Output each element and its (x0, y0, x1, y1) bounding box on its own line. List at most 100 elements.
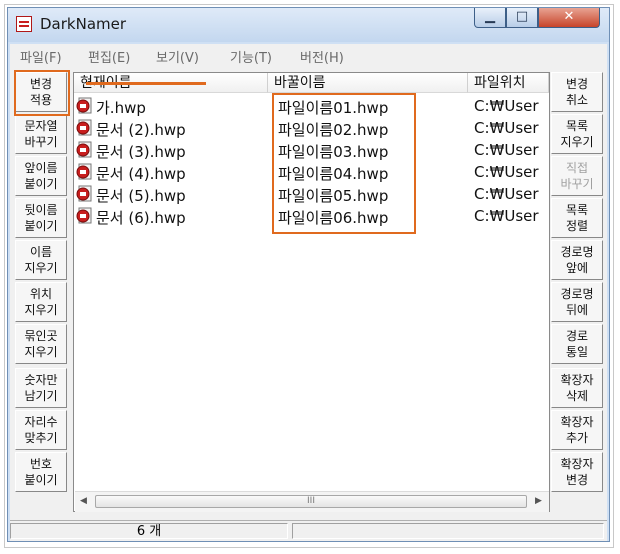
button-label-line: 경로명 (560, 245, 594, 259)
button-label-line: 앞이름 (24, 161, 58, 175)
right-button-0[interactable]: 변경취소 (551, 72, 603, 112)
cell-current-name: 문서 (5).hwp (96, 187, 186, 205)
app-icon (16, 16, 32, 32)
button-label-line: 붙이기 (24, 177, 58, 191)
table-row[interactable]: 문서 (5).hwp 파일이름05.hwp C:₩User (74, 183, 544, 205)
menu-file[interactable]: 파일(F) (20, 47, 62, 66)
scrollbar-thumb[interactable]: III (95, 495, 527, 508)
cell-new-name: 파일이름02.hwp (278, 121, 389, 139)
left-button-7[interactable]: 숫자만남기기 (15, 368, 67, 408)
cell-new-name: 파일이름05.hwp (278, 187, 389, 205)
button-label-line: 위치 (29, 287, 53, 301)
hwp-file-icon (76, 207, 92, 224)
status-bar: 6 개 (10, 520, 607, 541)
right-button-5[interactable]: 경로명뒤에 (551, 282, 603, 322)
hwp-file-icon (76, 185, 92, 202)
menu-bar: 파일(F) 편집(E) 보기(V) 기능(T) 버전(H) (10, 44, 607, 66)
left-button-5[interactable]: 위치지우기 (15, 282, 67, 322)
right-button-1[interactable]: 목록지우기 (551, 114, 603, 154)
button-label-line: 숫자만 (24, 373, 58, 387)
column-header-new-name[interactable]: 바꿀이름 (268, 73, 468, 93)
button-label-line: 뒷이름 (24, 203, 58, 217)
button-label-line: 묶인곳 (24, 329, 58, 343)
hwp-file-icon (76, 163, 92, 180)
button-label-line: 확장자 (560, 457, 594, 471)
button-label-line: 문자열 (24, 119, 58, 133)
cell-file-location: C:₩User (474, 207, 539, 225)
right-button-3[interactable]: 목록 정렬 (551, 198, 603, 238)
button-label-line: 통일 (565, 345, 589, 359)
button-label-line: 이름 (29, 245, 53, 259)
button-label-line: 지우기 (24, 303, 58, 317)
right-button-2[interactable]: 직접 바꾸기 (551, 156, 603, 196)
table-row[interactable]: 문서 (4).hwp 파일이름04.hwp C:₩User (74, 161, 544, 183)
button-label-line: 직접 (565, 161, 589, 175)
button-label-line: 지우기 (560, 135, 594, 149)
button-label-line: 남기기 (24, 389, 58, 403)
table-row[interactable]: 가.hwp 파일이름01.hwp C:₩User (74, 95, 544, 117)
cell-current-name: 문서 (3).hwp (96, 143, 186, 161)
minimize-button[interactable]: ▁ (474, 8, 506, 28)
button-label-line: 경로명 (560, 287, 594, 301)
cell-file-location: C:₩User (474, 119, 539, 137)
column-header-file-location[interactable]: 파일위치 (468, 73, 549, 93)
table-row[interactable]: 문서 (3).hwp 파일이름03.hwp C:₩User (74, 139, 544, 161)
menu-view[interactable]: 보기(V) (156, 47, 199, 66)
left-button-3[interactable]: 뒷이름붙이기 (15, 198, 67, 238)
left-button-8[interactable]: 자리수 맞추기 (15, 410, 67, 450)
cell-file-location: C:₩User (474, 141, 539, 159)
button-label-line: 추가 (565, 431, 589, 445)
cell-new-name: 파일이름04.hwp (278, 165, 389, 183)
button-label-line: 붙이기 (24, 473, 58, 487)
right-button-6[interactable]: 경로통일 (551, 324, 603, 364)
left-button-1[interactable]: 문자열 바꾸기 (15, 114, 67, 154)
cell-new-name: 파일이름03.hwp (278, 143, 389, 161)
button-label-line: 뒤에 (565, 303, 589, 317)
client-area: 변경 적용 문자열 바꾸기 앞이름 붙이기 뒷이름 붙이기 이름 지우기 위치 지우기 묶인곳 지우기 숫자… (10, 66, 607, 520)
button-label-line: 목록 (565, 119, 589, 133)
button-label-line: 정렬 (565, 219, 589, 233)
button-label-line: 변경 (565, 77, 589, 91)
cell-current-name: 가.hwp (96, 99, 146, 117)
left-button-4[interactable]: 이름지우기 (15, 240, 67, 280)
right-button-4[interactable]: 경로명앞에 (551, 240, 603, 280)
menu-edit[interactable]: 편집(E) (88, 47, 130, 66)
maximize-button[interactable]: □ (506, 8, 538, 28)
left-button-0[interactable]: 변경적용 (15, 72, 67, 112)
table-row[interactable]: 문서 (2).hwp 파일이름02.hwp C:₩User (74, 117, 544, 139)
button-label-line: 지우기 (24, 345, 58, 359)
right-button-9[interactable]: 확장자변경 (551, 452, 603, 492)
button-label-line: 적용 (29, 93, 53, 107)
window-title: DarkNamer (40, 15, 127, 33)
left-button-9[interactable]: 번호붙이기 (15, 452, 67, 492)
scroll-left-arrow-icon[interactable]: ◀ (80, 496, 87, 506)
button-label-line: 확장자 (560, 415, 594, 429)
button-label-line: 지우기 (24, 261, 58, 275)
file-list[interactable]: 현재이름 바꿀이름 파일위치 가.hwp 파일이름01.hwp C:₩User 문서 … (73, 72, 550, 512)
left-button-6[interactable]: 묶인곳지우기 (15, 324, 67, 364)
menu-tools[interactable]: 기능(T) (230, 47, 272, 66)
table-row[interactable]: 문서 (6).hwp 파일이름06.hwp C:₩User (74, 205, 544, 227)
left-button-2[interactable]: 앞이름붙이기 (15, 156, 67, 196)
button-label-line: 변경 (565, 473, 589, 487)
button-label-line: 번호 (29, 457, 53, 471)
button-label-line: 자리수 (24, 415, 58, 429)
button-label-line: 붙이기 (24, 219, 58, 233)
cell-current-name: 문서 (2).hwp (96, 121, 186, 139)
button-label-line: 변경 (29, 77, 53, 91)
hwp-file-icon (76, 141, 92, 158)
cell-new-name: 파일이름06.hwp (278, 209, 389, 227)
close-button[interactable]: ✕ (538, 8, 600, 28)
cell-file-location: C:₩User (474, 185, 539, 203)
right-button-8[interactable]: 확장자추가 (551, 410, 603, 450)
button-label-line: 경로 (565, 329, 589, 343)
button-label-line: 앞에 (565, 261, 589, 275)
scroll-right-arrow-icon[interactable]: ▶ (535, 496, 542, 506)
menu-version[interactable]: 버전(H) (300, 47, 344, 66)
button-label-line: 취소 (565, 93, 589, 107)
title-bar[interactable]: DarkNamer ▁ □ ✕ (8, 8, 609, 42)
horizontal-scrollbar[interactable]: ◀ III ▶ (75, 491, 549, 512)
hwp-file-icon (76, 119, 92, 136)
right-button-7[interactable]: 확장자 삭제 (551, 368, 603, 408)
cell-new-name: 파일이름01.hwp (278, 99, 389, 117)
